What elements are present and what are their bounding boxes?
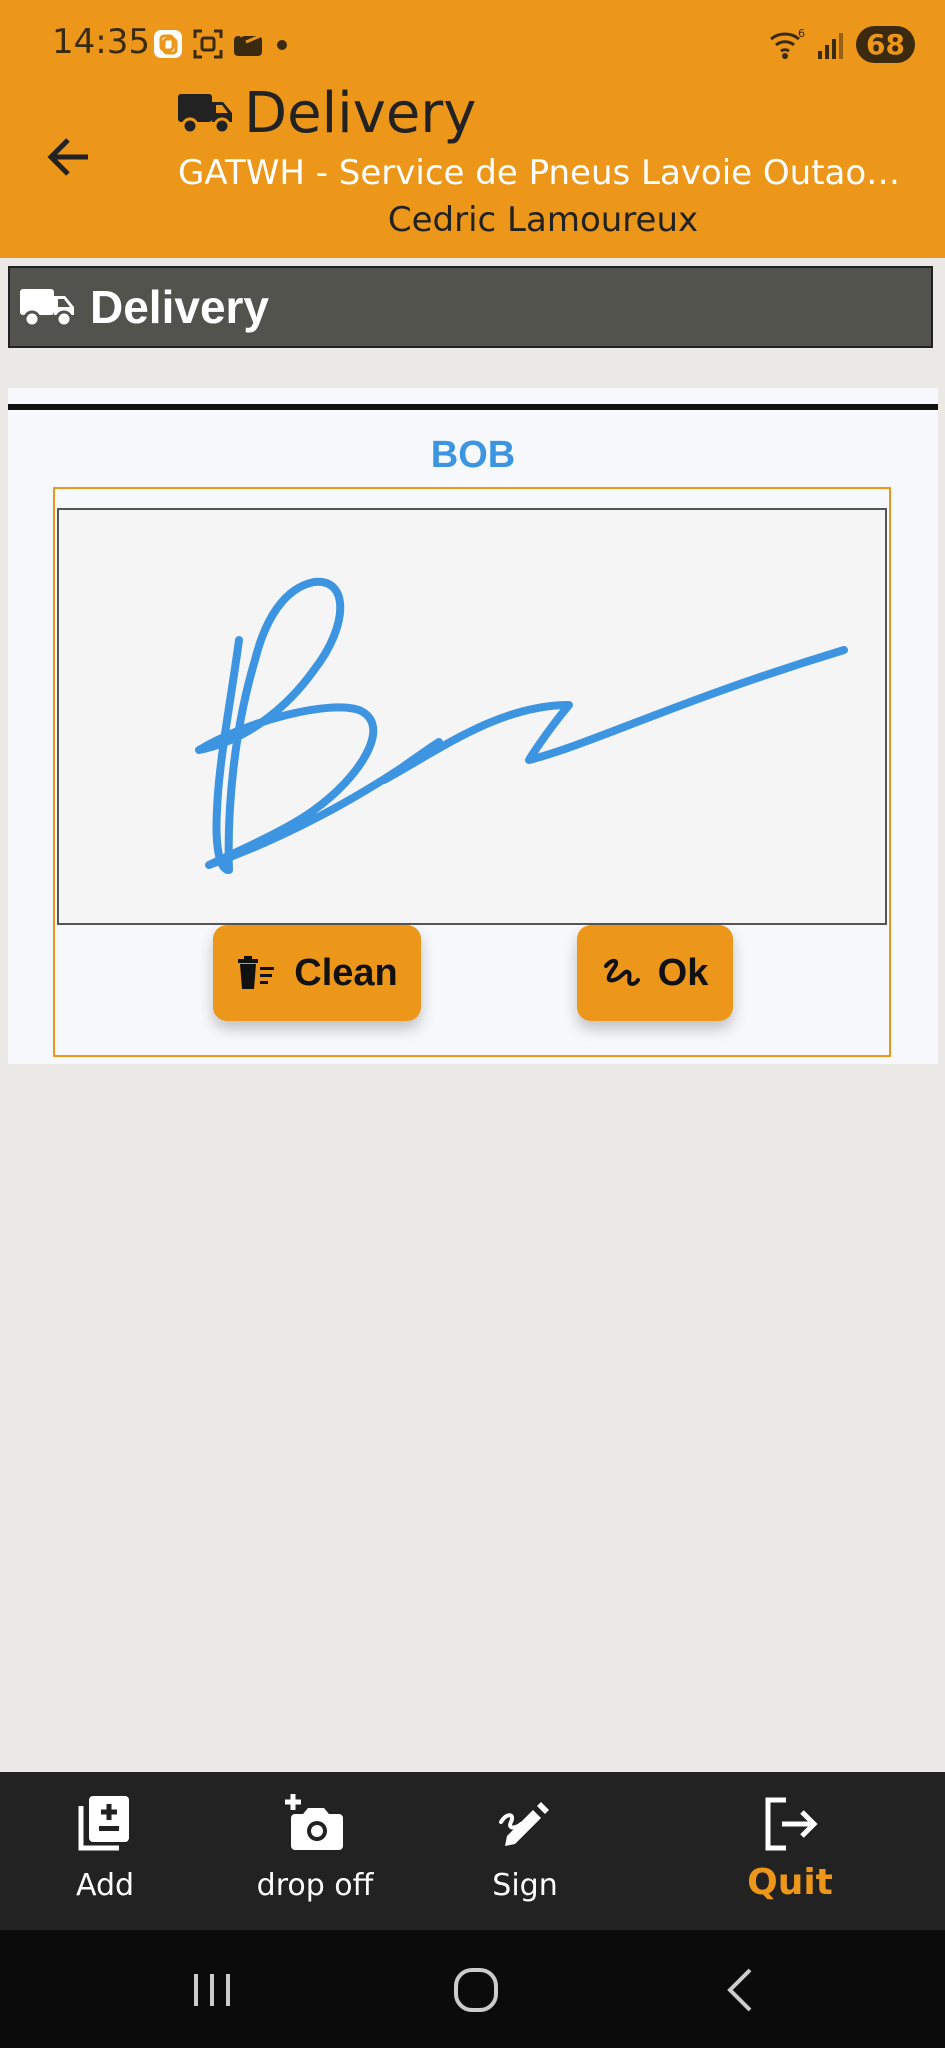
section-title: Delivery <box>90 281 270 333</box>
dot-icon <box>277 40 287 50</box>
divider <box>8 404 938 410</box>
signal-icon <box>818 33 844 59</box>
nav-add[interactable]: Add <box>45 1772 165 1930</box>
back-nav-icon[interactable] <box>712 1960 772 2020</box>
truck-icon <box>178 94 232 135</box>
signature-icon <box>603 959 640 987</box>
page-title: Delivery <box>244 80 477 146</box>
app-icon <box>234 28 262 56</box>
logout-icon <box>765 1797 818 1851</box>
nav-quit[interactable]: Quit <box>720 1772 860 1930</box>
clean-button[interactable]: Clean <box>213 925 421 1021</box>
nav-sign[interactable]: Sign <box>465 1772 585 1930</box>
status-bar: 14:35 6 68 <box>0 0 945 86</box>
signature-pad[interactable] <box>57 508 887 925</box>
trash-list-icon <box>238 956 275 989</box>
add-photo-icon <box>285 1794 343 1850</box>
status-system-icons: 6 68 <box>768 24 915 64</box>
svg-text:6: 6 <box>798 27 805 40</box>
status-time: 14:35 <box>52 22 150 62</box>
nav-add-label: Add <box>75 1868 135 1903</box>
truck-icon <box>20 289 74 328</box>
signature-panel: BOB Clean Ok <box>8 388 938 1064</box>
nav-quit-label: Quit <box>747 1862 833 1903</box>
status-notification-icons <box>152 26 290 62</box>
nav-sign-label: Sign <box>492 1868 558 1903</box>
nav-drop-off-label: drop off <box>256 1868 374 1903</box>
nav-drop-off[interactable]: drop off <box>240 1772 390 1930</box>
sync-icon <box>154 30 182 58</box>
arrow-left-icon[interactable] <box>40 128 98 186</box>
signature-stroke <box>195 577 848 874</box>
section-header: Delivery <box>8 266 933 348</box>
battery-icon: 68 <box>856 25 915 63</box>
signer-name: BOB <box>430 434 516 476</box>
recent-apps-icon[interactable] <box>182 1960 242 2020</box>
signature-frame: Clean Ok <box>53 487 891 1057</box>
system-nav-bar <box>0 1930 945 2048</box>
header-subtitle: GATWH - Service de Pneus Lavoie Outaouai… <box>178 153 908 193</box>
bottom-nav: Add drop off Sign Quit <box>0 1772 945 1930</box>
pen-sign-icon <box>499 1802 549 1846</box>
ok-label: Ok <box>657 951 709 994</box>
scan-icon <box>193 29 223 59</box>
add-document-icon <box>78 1796 129 1851</box>
header-user-name: Cedric Lamoureux <box>387 200 699 240</box>
header-title-row: Delivery <box>178 78 476 148</box>
app-bar: 14:35 6 68 Delivery GATWH - Service de P… <box>0 0 945 258</box>
home-icon[interactable] <box>446 1960 506 2020</box>
ok-button[interactable]: Ok <box>577 925 733 1021</box>
clean-label: Clean <box>294 951 398 994</box>
wifi-icon: 6 <box>770 27 805 59</box>
